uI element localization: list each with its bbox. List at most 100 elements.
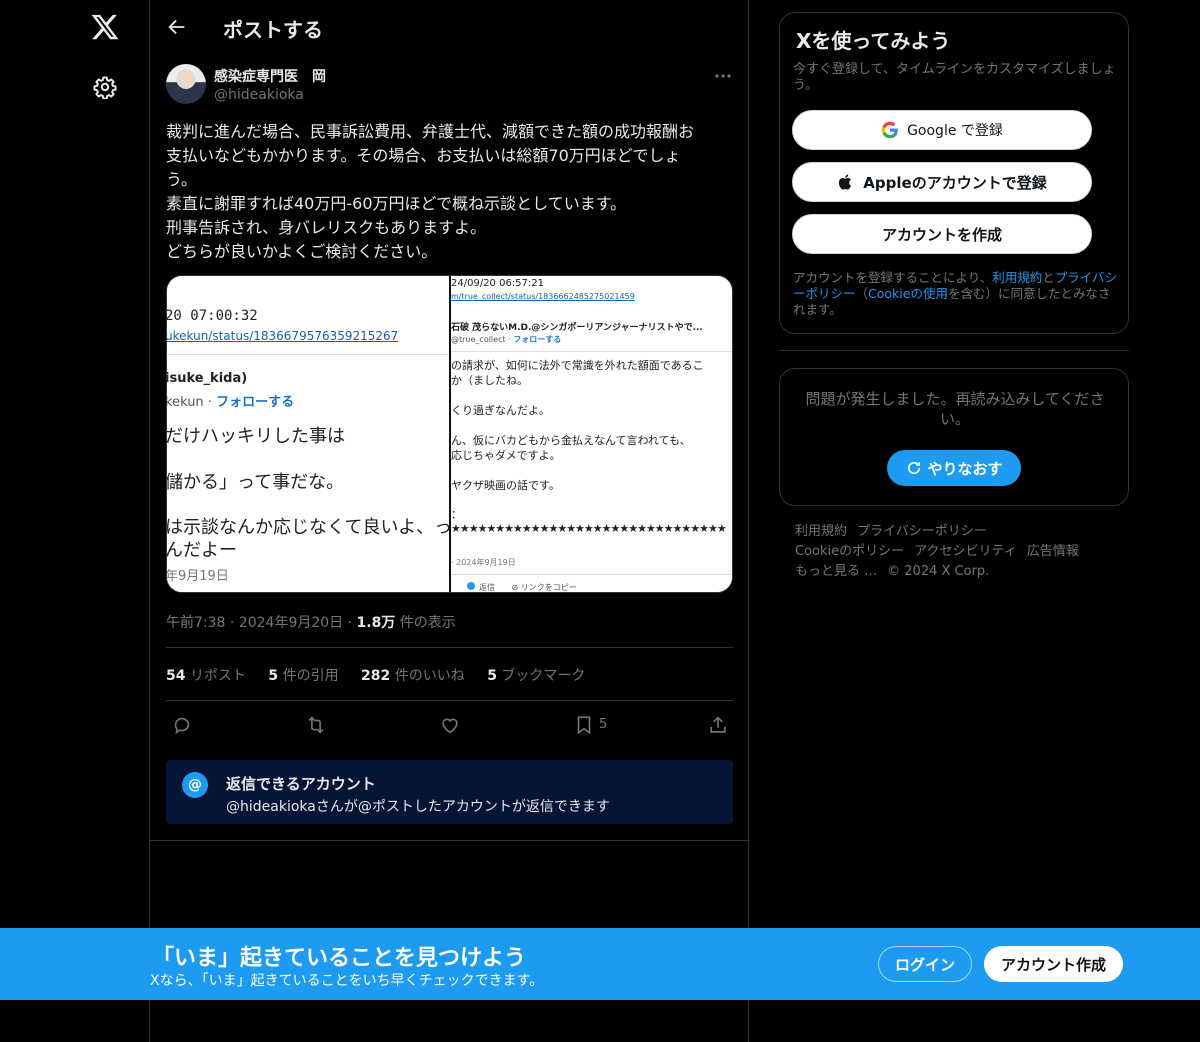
login-banner: 「いま」起きていることを見つけよう Xなら、「いま」起きていることをいち早くチェ… (0, 928, 1200, 1000)
bookmark-icon[interactable] (573, 714, 595, 736)
google-signup-label: Google で登録 (907, 123, 1003, 139)
footer-privacy[interactable]: プライバシーポリシー (857, 522, 987, 542)
media-reply: 返信 (479, 583, 495, 592)
terms-text: アカウントを登録することにより、 (793, 270, 993, 285)
footer-tos[interactable]: 利用規約 (795, 522, 847, 542)
media-text-line: だけハッキリした事は (167, 426, 345, 447)
error-message: 問題が発生しました。再読み込みしてください。 (805, 390, 1105, 428)
tweet-line: どちらが良いかよくご検討ください。 (166, 242, 438, 261)
bookmark-count: 5 (599, 717, 608, 732)
stat-quotes[interactable]: 5 件の引用 (268, 668, 338, 684)
apple-signup-button[interactable]: Appleのアカウントで登録 (792, 162, 1092, 202)
media-divider-line (167, 354, 449, 355)
banner-title: 「いま」起きていることを見つけよう (152, 946, 527, 971)
signup-subtitle: 今すぐ登録して、タイムラインをカスタマイズしましょう。 (793, 62, 1116, 93)
media-text-line: くり過ぎなんだよ。 (451, 404, 550, 417)
view-count: 1.8万 (356, 615, 396, 631)
footer-more[interactable]: もっと見る … (795, 562, 877, 582)
author-handle[interactable]: @hideakioka (214, 87, 304, 103)
google-signup-button[interactable]: Google で登録 (792, 110, 1092, 150)
stat-bookmarks[interactable]: 5 ブックマーク (487, 668, 585, 684)
meta-dot: · (229, 615, 235, 631)
page-header: ポストする (150, 0, 750, 53)
terms-link[interactable]: 利用規約 (992, 270, 1042, 285)
tweet-stats: 54 リポスト 5 件の引用 282 件のいいね 5 ブックマーク (166, 665, 603, 685)
view-label: 件の表示 (399, 615, 456, 631)
stat-likes[interactable]: 282 件のいいね (361, 668, 465, 684)
tweet-text: 裁判に進んだ場合、民事訴訟費用、弁護士代、減額できた額の成功報酬お 支払いなども… (166, 120, 734, 264)
create-account-button[interactable]: アカウントを作成 (792, 214, 1092, 254)
x-logo-icon[interactable] (90, 12, 120, 42)
tweet-time[interactable]: 午前7:38 (166, 615, 225, 631)
reply-restriction-desc: @hideakiokaさんが@ポストしたアカウントが返信できます (226, 799, 610, 815)
reply-restriction-title: 返信できるアカウント (226, 775, 376, 793)
media-text-line: 応じちゃダメですよ。 (451, 449, 561, 462)
media-timestamp: 20 07:00:32 (167, 308, 258, 324)
terms-text: （ (855, 286, 869, 301)
refresh-icon (908, 461, 921, 475)
tweet-date[interactable]: 2024年9月20日 (239, 615, 343, 631)
signup-card: Xを使ってみよう 今すぐ登録して、タイムラインをカスタマイズしましょう。 Goo… (779, 12, 1129, 334)
main-column: ポストする 感染症専門医 岡 @hideakioka 裁判に進んだ場合、民事訴訟… (149, 0, 750, 1042)
media-stars: ★★★★★★★★★★★★★★★★★★★★★★★★★★★★★★★ (451, 522, 727, 535)
banner-subtitle: Xなら、「いま」起きていることをいち早くチェックできます。 (150, 973, 544, 989)
media-screenshot-right[interactable]: 24/09/20 06:57:21 m/true_collect/status/… (451, 276, 732, 592)
more-options-icon[interactable] (713, 66, 733, 86)
media-text-line: ヤクザ映画の話です。 (451, 479, 560, 492)
reply-restriction-notice: @ 返信できるアカウント @hideakiokaさんが@ポストしたアカウントが返… (166, 760, 733, 824)
media-user: isuke_kida) (167, 371, 248, 386)
footer-copyright: © 2024 X Corp. (887, 564, 990, 579)
tweet-line: う。 (166, 170, 198, 189)
signup-button[interactable]: アカウント作成 (984, 946, 1123, 982)
media-follow: フォローする (513, 335, 562, 344)
footer-ads[interactable]: 広告情報 (1027, 542, 1079, 562)
reply-icon[interactable] (171, 714, 193, 736)
media-divider-line (451, 351, 732, 352)
repost-icon[interactable] (305, 714, 327, 736)
at-sign-icon: @ (182, 772, 208, 798)
media-text-line: 儲かる」って事だな。 (167, 472, 345, 493)
media-handle-prefix: @true_collect · (451, 335, 514, 344)
signup-terms: アカウントを登録することにより、利用規約とプライバシーポリシー（Cookieの使… (793, 270, 1121, 318)
media-link: ukekun/status/1836679576359215267 (167, 329, 399, 343)
media-follow: フォローする (216, 395, 295, 410)
share-icon[interactable] (707, 714, 729, 736)
left-nav (0, 0, 149, 1042)
divider (150, 840, 750, 841)
media-screenshot-left[interactable]: 20 07:00:32 ukekun/status/18366795763592… (167, 276, 449, 592)
arrow-left-icon[interactable] (166, 16, 188, 38)
google-icon (881, 121, 898, 139)
tweet-media[interactable]: 20 07:00:32 ukekun/status/18366795763592… (166, 275, 733, 593)
gear-icon[interactable] (93, 75, 117, 99)
link-icon: ⊘ (511, 583, 519, 592)
login-button[interactable]: ログイン (878, 946, 972, 982)
divider (166, 700, 733, 701)
heart-icon[interactable] (439, 714, 461, 736)
tweet-line: 裁判に進んだ場合、民事訴訟費用、弁護士代、減額できた額の成功報酬お (166, 122, 695, 141)
tweet-line: 刑事告訴され、身バレリスクもありますよ。 (166, 218, 487, 237)
media-text-line: ： (451, 508, 462, 521)
avatar[interactable] (166, 64, 206, 104)
meta-dot: · (347, 615, 353, 631)
media-text-line: んだよー (167, 540, 237, 561)
media-divider-line (451, 574, 732, 575)
media-user: 石破 茂らないM.D.@シンガポーリアンジャーナリストやで... (451, 323, 703, 333)
cookie-link[interactable]: Cookieの使用 (868, 286, 948, 301)
tweet-line: 支払いなどもかかります。その場合、お支払いは総額70万円ほどでしょ (166, 146, 681, 165)
reply-bubble-icon (467, 582, 475, 590)
footer-accessibility[interactable]: アクセシビリティ (914, 542, 1017, 562)
create-account-label: アカウントを作成 (881, 225, 1002, 244)
media-text-line: ん、仮にバカどもから金払えなんて言われても、 (451, 434, 691, 447)
media-text-line: か（ましたね。 (451, 374, 528, 387)
retry-button[interactable]: やりなおす (887, 450, 1021, 486)
media-text-line: の請求が、如何に法外で常識を外れた額面であるこ (451, 359, 704, 372)
tweet-meta: 午前7:38 · 2024年9月20日 · 1.8万 件の表示 (166, 612, 456, 632)
divider (166, 647, 733, 648)
error-card: 問題が発生しました。再読み込みしてください。 やりなおす (779, 368, 1129, 506)
media-copy-link: リンクをコピー (520, 583, 577, 592)
author-name[interactable]: 感染症専門医 岡 (214, 66, 326, 86)
footer-links: 利用規約 プライバシーポリシー Cookieのポリシー アクセシビリティ 広告情報 も… (795, 522, 1125, 582)
media-date: 年9月19日 (167, 569, 229, 584)
footer-cookie[interactable]: Cookieのポリシー (795, 542, 904, 562)
stat-reposts[interactable]: 54 リポスト (166, 668, 246, 684)
